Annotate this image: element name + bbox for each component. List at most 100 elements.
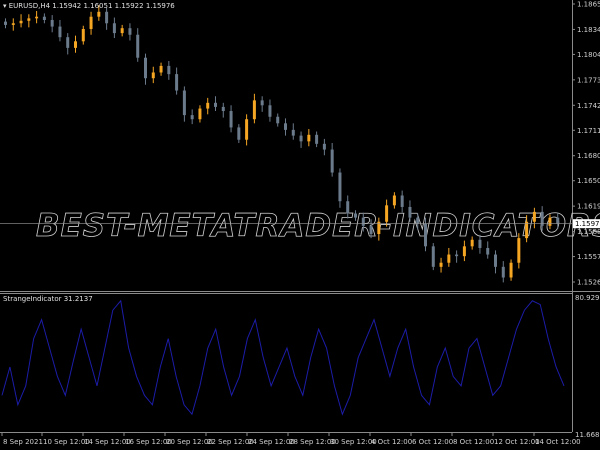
candle-body <box>42 16 46 20</box>
watermark: BEST-METATRADER-INDICATORS.COM <box>36 208 600 244</box>
candle-body <box>291 129 295 136</box>
current-price-label: 1.15976 <box>575 220 600 228</box>
candle-body <box>58 26 62 38</box>
candle-body <box>206 102 210 109</box>
time-tick-label: 8 Oct 12:00 <box>453 438 494 446</box>
candle-body <box>276 116 280 124</box>
candle-body <box>361 217 365 226</box>
candle-body <box>315 134 319 144</box>
candle-body <box>89 16 93 30</box>
time-tick-label: 24 Sep 12:00 <box>248 438 295 446</box>
candle-body <box>501 266 505 278</box>
candle-body <box>97 11 101 17</box>
price-tick-label: 1.15880 <box>577 228 600 236</box>
indicator-min-label: 11.6689 <box>575 431 600 439</box>
price-tick-label: 1.15575 <box>577 253 600 261</box>
candle-body <box>354 213 357 218</box>
candle-body <box>214 102 217 107</box>
current-price-tag: 1.15976 <box>573 219 600 229</box>
candle-body <box>182 90 186 116</box>
time-tick-label: 4 Oct 12:00 <box>371 438 412 446</box>
candle-body <box>299 135 303 142</box>
candle-body <box>128 28 132 35</box>
candle-body <box>4 21 7 25</box>
candle-body <box>19 20 23 24</box>
price-tick-label: 1.17420 <box>577 102 600 110</box>
candle-body <box>198 108 202 120</box>
candle-body <box>229 111 233 128</box>
candle-body <box>112 23 116 34</box>
price-tick-label: 1.17115 <box>577 127 600 135</box>
candle-body <box>431 246 435 267</box>
candle-body <box>385 205 389 222</box>
candle-body <box>268 105 272 117</box>
candle-body <box>408 206 412 218</box>
candle-body <box>11 23 15 25</box>
price-tick-label: 1.17730 <box>577 76 600 84</box>
price-tick-label: 1.18655 <box>577 1 600 9</box>
candle-body <box>525 221 529 239</box>
candle-body <box>307 134 311 142</box>
candle-body <box>548 217 552 226</box>
chart-header: ▾ EURUSD,H4 1.15942 1.16051 1.15922 1.15… <box>3 2 175 10</box>
dropdown-triangle-icon[interactable]: ▾ <box>3 2 7 10</box>
candle-body <box>392 195 396 206</box>
candle-body <box>462 246 466 257</box>
candle-body <box>486 247 490 255</box>
candle-body <box>470 239 474 247</box>
indicator-header: StrangeIndicator 31.2137 <box>3 295 93 303</box>
candle-body <box>221 106 225 112</box>
candle-body <box>338 172 342 202</box>
candle-body <box>509 262 513 278</box>
candle-body <box>136 34 140 58</box>
candle-body <box>66 37 70 48</box>
ohlc-values: 1.15942 1.16051 1.15922 1.15976 <box>52 2 175 10</box>
time-tick-label: 20 Sep 12:00 <box>166 438 213 446</box>
candle-body <box>556 217 560 224</box>
candle-body <box>260 100 264 106</box>
price-tick-label: 1.18040 <box>577 51 600 59</box>
time-tick-label: 8 Sep 2021 <box>3 438 43 446</box>
candle-body <box>167 65 171 75</box>
symbol-label: EURUSD,H4 <box>8 2 51 10</box>
candle-body <box>424 223 427 247</box>
candle-body <box>35 16 39 19</box>
candle-body <box>144 57 147 79</box>
candle-body <box>27 18 31 21</box>
time-tick-label: 28 Sep 12:00 <box>289 438 336 446</box>
price-tick-label: 1.18345 <box>577 26 600 34</box>
candle-body <box>159 65 163 73</box>
indicator-line <box>1 299 565 416</box>
candle-body <box>151 72 155 79</box>
candle-body <box>517 238 521 263</box>
candle-body <box>81 29 85 42</box>
candle-body <box>439 262 443 267</box>
time-tick-label: 12 Oct 12:00 <box>494 438 540 446</box>
candle-body <box>322 143 326 150</box>
indicator-name: StrangeIndicator <box>3 295 62 303</box>
candle-body <box>478 239 482 248</box>
price-tick-label: 1.16190 <box>577 203 600 211</box>
price-tick-label: 1.16805 <box>577 152 600 160</box>
candle-body <box>190 115 194 120</box>
price-tick-label: 1.16500 <box>577 177 600 185</box>
candle-body <box>400 195 404 207</box>
candle-body <box>105 11 109 24</box>
candle-body <box>346 201 350 214</box>
candle-body <box>494 254 497 267</box>
time-tick-label: 16 Sep 12:00 <box>125 438 172 446</box>
time-tick-label: 14 Sep 12:00 <box>84 438 131 446</box>
time-tick-label: 30 Sep 12:00 <box>330 438 377 446</box>
chart-canvas[interactable]: BEST-METATRADER-INDICATORS.COM 1.18655 1.… <box>0 0 600 450</box>
candle-body <box>237 127 241 140</box>
time-tick-label: 14 Oct 12:00 <box>535 438 581 446</box>
time-tick-label: 22 Sep 12:00 <box>207 438 254 446</box>
candle-body <box>416 217 420 224</box>
indicator-max-label: 80.9291 <box>575 294 600 302</box>
candle-body <box>74 41 77 48</box>
candle-body <box>455 254 459 257</box>
candle-body <box>120 28 124 34</box>
candle-body <box>532 211 536 222</box>
candle-body <box>447 254 451 263</box>
indicator-value: 31.2137 <box>63 295 93 303</box>
